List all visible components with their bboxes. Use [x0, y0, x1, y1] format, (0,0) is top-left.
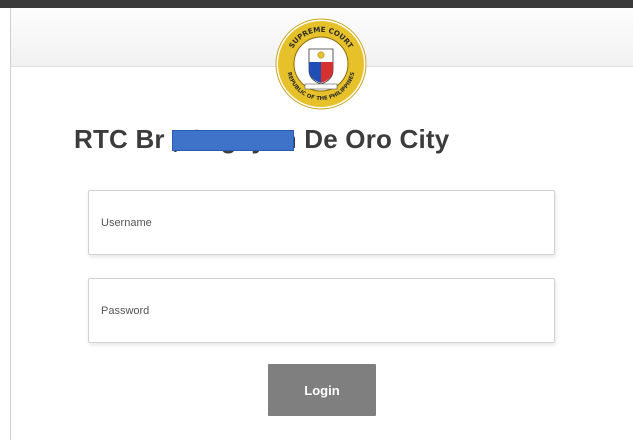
redaction-box	[172, 130, 294, 151]
username-field[interactable]	[88, 190, 555, 255]
supreme-court-seal-logo: SUPREME COURT REPUBLIC OF THE PHILIPPINE…	[275, 18, 367, 110]
password-input[interactable]	[89, 279, 554, 342]
page-title: RTC Br , Cagayan De Oro City	[74, 124, 450, 154]
login-button[interactable]: Login	[268, 364, 376, 416]
username-input[interactable]	[89, 191, 554, 254]
password-field[interactable]	[88, 278, 555, 343]
window-left-border	[10, 8, 11, 440]
window-top-border	[0, 0, 633, 8]
